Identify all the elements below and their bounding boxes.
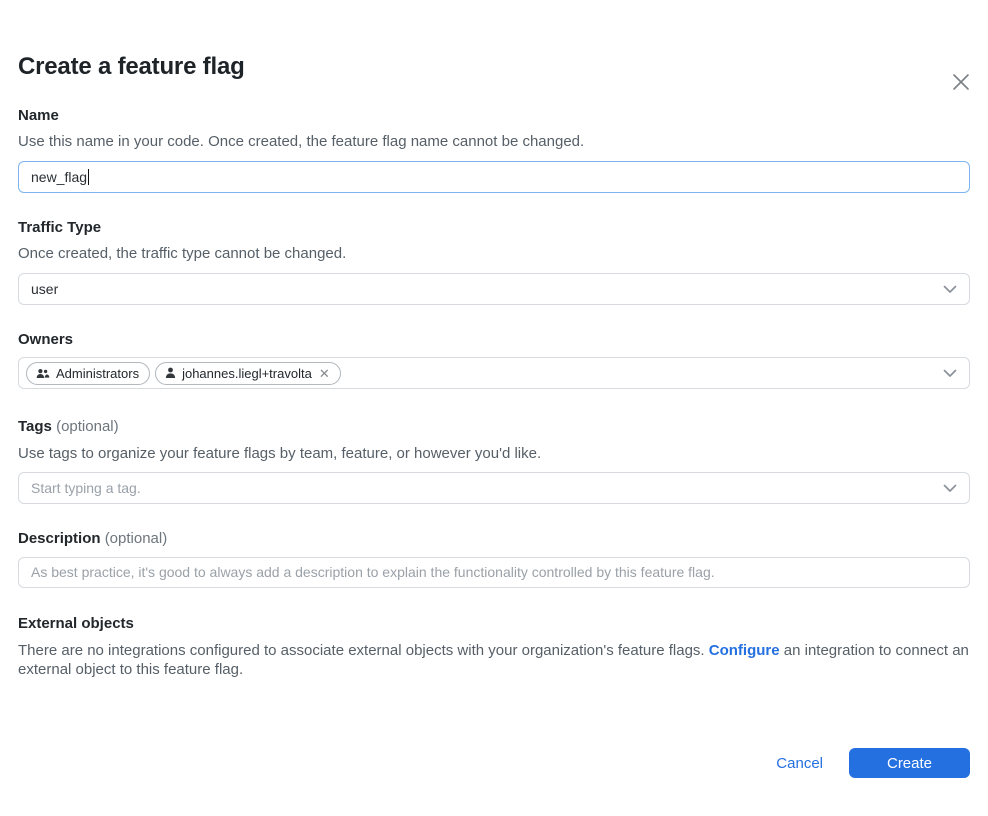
owners-label: Owners [18, 331, 970, 348]
traffic-type-help-text: Once created, the traffic type cannot be… [18, 245, 970, 264]
external-objects-section: External objects There are no integratio… [18, 615, 970, 680]
dialog-title: Create a feature flag [18, 53, 970, 81]
name-section: Name Use this name in your code. Once cr… [18, 107, 970, 193]
name-label: Name [18, 107, 970, 124]
tags-optional-note: (optional) [56, 418, 119, 435]
chip-remove-icon[interactable]: ✕ [319, 367, 330, 380]
name-input-value: new_flag [31, 169, 87, 185]
create-button[interactable]: Create [849, 748, 970, 778]
owners-section: Owners Administrators [18, 331, 970, 389]
traffic-type-selected-value: user [31, 281, 58, 297]
close-icon [950, 71, 972, 93]
chevron-down-icon [943, 285, 957, 294]
name-help-text: Use this name in your code. Once created… [18, 133, 970, 152]
traffic-type-section: Traffic Type Once created, the traffic t… [18, 219, 970, 305]
owner-chip-user[interactable]: johannes.liegl+travolta ✕ [155, 362, 341, 385]
external-objects-label: External objects [18, 615, 970, 632]
dialog-footer: Cancel Create [776, 748, 970, 778]
tags-placeholder: Start typing a tag. [31, 480, 141, 496]
group-icon [36, 368, 50, 379]
description-optional-note: (optional) [105, 530, 168, 547]
traffic-type-select[interactable]: user [18, 273, 970, 305]
owner-chip-label: johannes.liegl+travolta [182, 366, 312, 381]
description-input[interactable]: As best practice, it's good to always ad… [18, 557, 970, 588]
close-button[interactable] [948, 69, 974, 95]
external-objects-text-before: There are no integrations configured to … [18, 642, 709, 659]
chevron-down-icon [943, 484, 957, 493]
tags-label: Tags (optional) [18, 418, 970, 435]
tags-help-text: Use tags to organize your feature flags … [18, 445, 970, 464]
owners-select[interactable]: Administrators johannes.liegl+travolta ✕ [18, 357, 970, 389]
description-label: Description (optional) [18, 530, 970, 547]
chevron-down-icon [943, 369, 957, 378]
tags-label-text: Tags [18, 418, 52, 435]
tags-select[interactable]: Start typing a tag. [18, 472, 970, 504]
owners-chip-list: Administrators johannes.liegl+travolta ✕ [26, 362, 341, 385]
name-input[interactable]: new_flag [18, 161, 970, 193]
owner-chip-label: Administrators [56, 366, 139, 381]
traffic-type-label: Traffic Type [18, 219, 970, 236]
configure-link[interactable]: Configure [709, 642, 780, 659]
cancel-button[interactable]: Cancel [776, 755, 823, 772]
text-cursor [88, 169, 89, 185]
create-feature-flag-dialog: Create a feature flag Name Use this name… [0, 53, 988, 816]
person-icon [165, 367, 176, 379]
description-placeholder: As best practice, it's good to always ad… [31, 564, 715, 580]
external-objects-text: There are no integrations configured to … [18, 642, 970, 680]
owner-chip-administrators[interactable]: Administrators [26, 362, 150, 385]
tags-section: Tags (optional) Use tags to organize you… [18, 418, 970, 504]
description-section: Description (optional) As best practice,… [18, 530, 970, 587]
description-label-text: Description [18, 530, 101, 547]
